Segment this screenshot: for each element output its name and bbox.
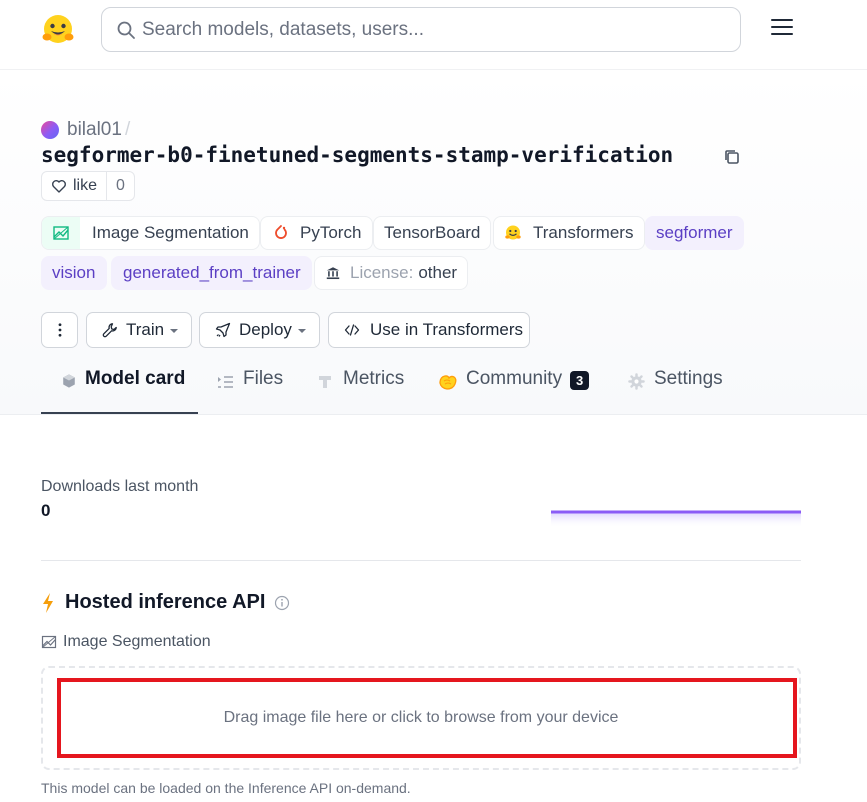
train-button[interactable]: Train xyxy=(86,312,192,348)
tag-pytorch[interactable]: PyTorch xyxy=(260,216,374,250)
image-segmentation-icon xyxy=(41,635,57,649)
tag-label: PyTorch xyxy=(300,223,362,242)
use-in-transformers-button[interactable]: Use in Transformers xyxy=(328,312,530,348)
pytorch-icon xyxy=(275,225,287,239)
tab-label: Metrics xyxy=(343,368,405,389)
tab-label: Files xyxy=(243,368,284,389)
heart-icon xyxy=(52,180,66,193)
section-divider xyxy=(41,560,801,561)
like-button[interactable]: like 0 xyxy=(41,171,135,201)
tag-license[interactable]: License: other xyxy=(314,256,469,290)
downloads-label: Downloads last month xyxy=(41,478,199,495)
code-icon xyxy=(344,324,360,336)
like-toggle[interactable]: like xyxy=(42,172,108,200)
tag-generated-from-trainer[interactable]: generated_from_trainer xyxy=(111,256,312,290)
tag-image-segmentation[interactable]: Image Segmentation xyxy=(41,216,260,250)
tab-label: Model card xyxy=(85,368,186,389)
chevron-down-icon xyxy=(170,329,179,333)
tag-segformer[interactable]: segformer xyxy=(645,216,744,250)
tag-label: generated_from_trainer xyxy=(123,263,301,282)
more-options-button[interactable] xyxy=(41,312,78,348)
hugging-face-hands-icon xyxy=(439,375,457,390)
license-prefix: License: xyxy=(350,263,414,282)
inference-task: Image Segmentation xyxy=(41,633,211,651)
top-navbar xyxy=(0,0,867,70)
train-label: Train xyxy=(126,320,165,339)
info-icon[interactable] xyxy=(274,595,290,611)
search-box[interactable] xyxy=(101,7,741,52)
tag-label: vision xyxy=(52,263,96,282)
files-list-icon xyxy=(218,376,233,388)
search-input[interactable] xyxy=(142,8,722,51)
tab-model-card[interactable]: Model card xyxy=(41,368,198,414)
metrics-icon xyxy=(319,376,331,388)
copy-icon[interactable] xyxy=(723,148,741,166)
tag-transformers[interactable]: Transformers xyxy=(493,216,646,250)
chevron-down-icon xyxy=(297,329,306,333)
breadcrumb-separator: / xyxy=(124,119,131,140)
search-icon xyxy=(117,21,135,39)
tab-settings[interactable]: Settings xyxy=(628,368,723,414)
tab-label: Community xyxy=(466,368,563,389)
tag-label: segformer xyxy=(656,223,733,242)
tag-label: other xyxy=(418,263,458,282)
tag-vision[interactable]: vision xyxy=(41,256,108,290)
tab-label: Settings xyxy=(654,368,723,389)
hamburger-menu-icon[interactable] xyxy=(771,19,793,39)
downloads-value: 0 xyxy=(41,501,51,520)
vertical-dots-icon xyxy=(58,323,61,337)
tag-label: Image Segmentation xyxy=(92,223,249,242)
model-name[interactable]: segformer-b0-finetuned-segments-stamp-ve… xyxy=(41,143,673,167)
image-dropzone[interactable]: Drag image file here or click to browse … xyxy=(41,666,801,770)
inference-api-note: This model can be loaded on the Inferenc… xyxy=(41,780,411,796)
wrench-icon xyxy=(102,323,117,338)
dropzone-text: Drag image file here or click to browse … xyxy=(223,709,619,726)
inference-task-label: Image Segmentation xyxy=(63,633,211,650)
deploy-button[interactable]: Deploy xyxy=(199,312,320,348)
like-label: like xyxy=(73,177,98,194)
hugging-face-logo[interactable] xyxy=(40,12,76,48)
rocket-icon xyxy=(215,322,231,338)
inference-api-header: Hosted inference API xyxy=(41,591,290,614)
tag-label: TensorBoard xyxy=(384,223,481,242)
image-segmentation-icon xyxy=(53,226,69,240)
community-count-badge: 3 xyxy=(570,371,590,390)
gear-icon xyxy=(628,373,645,390)
use-in-transformers-label: Use in Transformers xyxy=(370,320,524,339)
tab-files[interactable]: Files xyxy=(216,368,283,414)
tab-metrics[interactable]: Metrics xyxy=(316,368,404,414)
bank-icon xyxy=(326,267,340,280)
deploy-label: Deploy xyxy=(239,320,292,339)
lightning-icon xyxy=(43,592,53,613)
tag-tensorboard[interactable]: TensorBoard xyxy=(373,216,492,250)
tab-community[interactable]: Community 3 xyxy=(438,368,590,414)
cube-icon xyxy=(63,374,75,388)
hugging-face-icon xyxy=(505,225,521,240)
owner-avatar[interactable] xyxy=(41,121,59,139)
like-count: 0 xyxy=(116,177,125,194)
breadcrumb: bilal01 / xyxy=(41,118,130,142)
inference-api-title: Hosted inference API xyxy=(65,591,266,613)
owner-link[interactable]: bilal01 xyxy=(67,119,122,141)
tag-label: Transformers xyxy=(533,223,634,242)
downloads-sparkline xyxy=(551,510,801,528)
